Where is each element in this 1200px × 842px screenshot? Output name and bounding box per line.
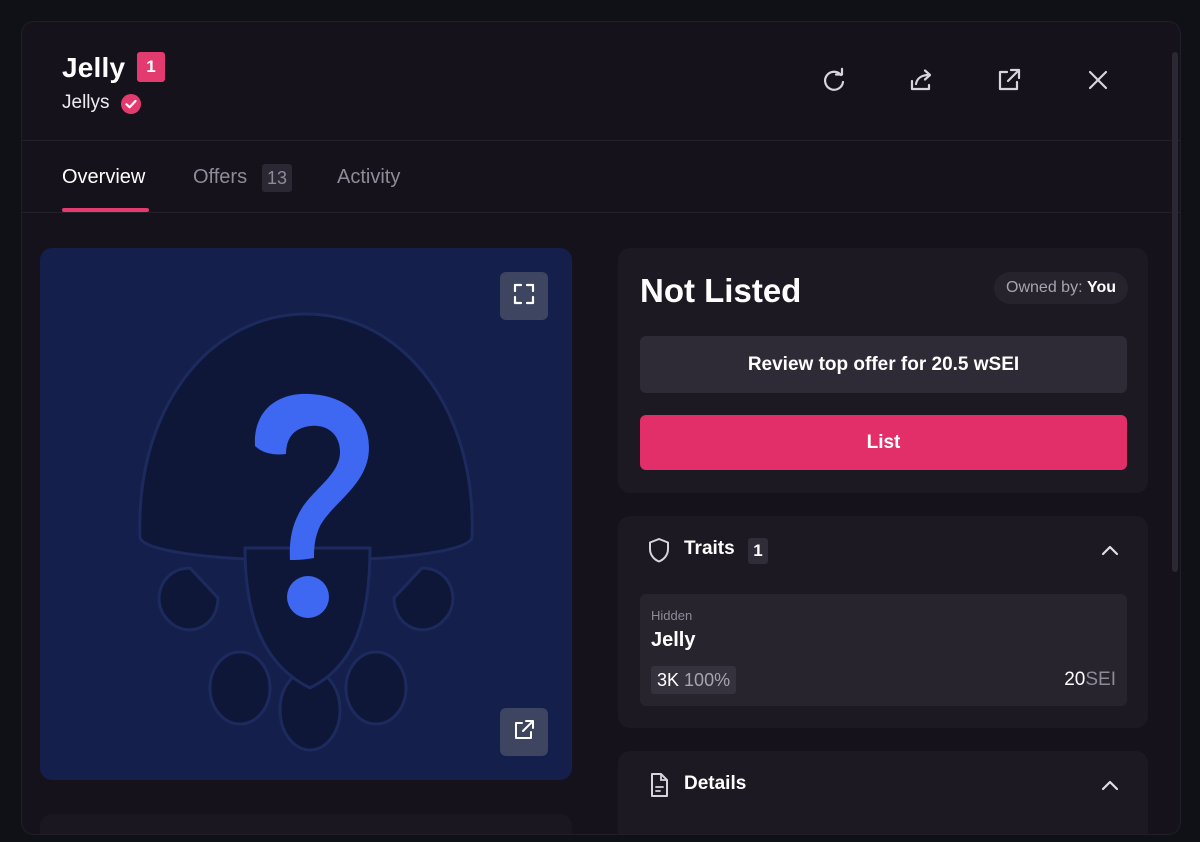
tab-overview[interactable]: Overview [62, 166, 145, 189]
tab-activity[interactable]: Activity [337, 166, 400, 189]
open-external-button[interactable] [989, 62, 1029, 102]
close-button[interactable] [1078, 62, 1118, 102]
trait-price-unit: SEI [1085, 669, 1116, 690]
item-title: Jelly [62, 52, 126, 83]
item-detail-modal: Jelly 1 Jellys Overview Offers 13 Activi… [22, 22, 1180, 834]
traits-title[interactable]: Traits [684, 538, 735, 560]
trait-percent: 100% [684, 670, 731, 690]
verified-icon [121, 94, 141, 114]
trait-price-value: 20 [1064, 669, 1086, 690]
fullscreen-button[interactable] [500, 272, 548, 320]
share-button[interactable] [901, 62, 941, 102]
owner-badge: Owned by: You [994, 272, 1128, 304]
refresh-icon [820, 66, 848, 99]
list-button[interactable]: List [640, 415, 1127, 470]
share-icon [907, 66, 935, 99]
traits-section: Traits 1 Hidden Jelly 3K 100% 20SEI [618, 516, 1148, 728]
collection-link[interactable]: Jellys [62, 92, 110, 114]
active-tab-indicator [62, 208, 149, 212]
document-icon [647, 771, 671, 804]
trait-type: Hidden [651, 608, 693, 623]
trait-count: 3K [657, 670, 680, 690]
listing-card: Not Listed Owned by: You Review top offe… [618, 248, 1148, 493]
refresh-button[interactable] [814, 62, 854, 102]
open-image-button[interactable] [500, 708, 548, 756]
trait-item[interactable]: Hidden Jelly 3K 100% 20SEI [640, 594, 1127, 706]
offers-count-badge: 13 [262, 164, 292, 192]
modal-header: Jelly 1 Jellys [22, 22, 1180, 141]
tab-offers[interactable]: Offers [193, 166, 247, 189]
fullscreen-icon [512, 282, 536, 311]
close-icon [1084, 66, 1112, 99]
trait-rarity-badge: 3K 100% [651, 666, 737, 694]
nft-image [40, 248, 572, 780]
shield-icon [647, 536, 671, 569]
review-offer-button[interactable]: Review top offer for 20.5 wSEI [640, 336, 1127, 393]
trait-value: Jelly [651, 629, 696, 651]
owner-value: You [1086, 279, 1116, 296]
trait-floor-price: 20SEI [1064, 669, 1116, 691]
traits-count-badge: 1 [748, 538, 768, 564]
external-link-icon [995, 66, 1023, 99]
image-caption-card [40, 814, 572, 834]
details-section: Details [618, 751, 1148, 834]
chevron-up-icon[interactable] [1100, 779, 1120, 798]
tab-bar: Overview Offers 13 Activity [22, 140, 1180, 213]
details-title[interactable]: Details [684, 773, 746, 795]
scrollbar[interactable] [1172, 52, 1178, 572]
hidden-jelly-artwork [138, 312, 474, 752]
item-count-badge: 1 [137, 52, 165, 82]
external-link-icon [512, 718, 536, 747]
chevron-up-icon[interactable] [1100, 544, 1120, 563]
listing-status: Not Listed [640, 272, 802, 309]
owner-label: Owned by: [1006, 279, 1083, 296]
